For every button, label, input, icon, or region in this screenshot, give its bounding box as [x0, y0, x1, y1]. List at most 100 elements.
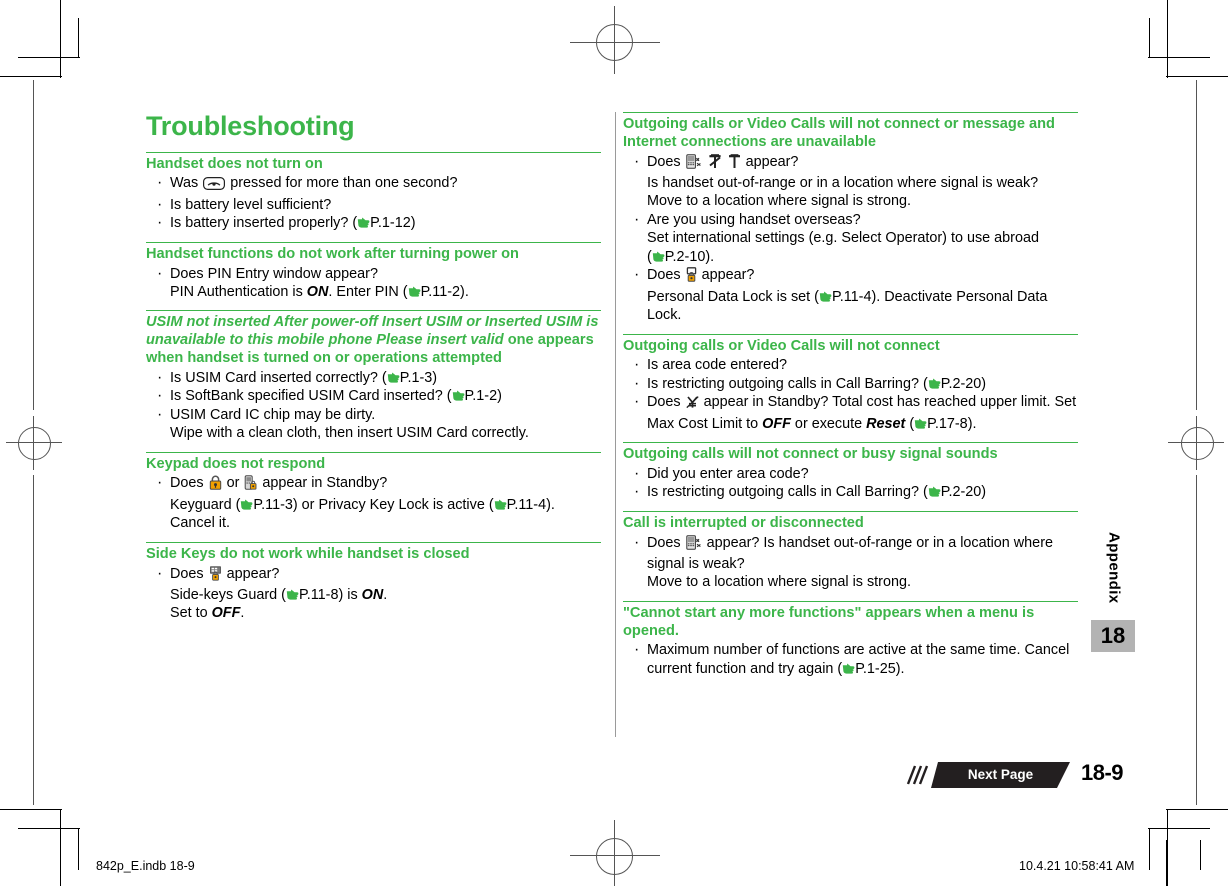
item-subtext: Set to OFF. [170, 605, 245, 622]
qa-items: Is USIM Card inserted correctly? (P.1-3)… [146, 368, 601, 443]
reference-label: P.11-2 [420, 284, 461, 301]
reference-arrow-icon [240, 499, 253, 510]
out-of-range-icon [685, 534, 702, 555]
qa-items: Is area code entered? Is restricting out… [623, 355, 1078, 433]
item-subtext: Is handset out-of-range or in a location… [647, 175, 1039, 192]
print-info-bar: 842p_E.indb 18-9 10.4.21 10:58:41 AM [0, 840, 1228, 886]
item-text-tail: appear? [222, 565, 280, 582]
item-subtext: Set international settings (e.g. Select … [647, 230, 1039, 247]
personal-data-lock-icon [686, 267, 697, 287]
value-reset: Reset [866, 415, 906, 432]
qa-block-outgoing-no-connect: Outgoing calls or Video Calls will not c… [623, 333, 1078, 434]
reference-arrow-icon [819, 291, 832, 302]
qa-block-usim-not-inserted: USIM not inserted After power-off Insert… [146, 310, 601, 442]
reference-label: P.1-2 [464, 388, 498, 405]
print-file-name: 842p_E.indb 18-9 [96, 859, 195, 873]
item-subtext: Move to a location where signal is stron… [647, 574, 911, 591]
trim-rule-right [1196, 80, 1197, 410]
qa-heading: USIM not inserted After power-off Insert… [146, 314, 601, 367]
item-text-tail: ) [981, 484, 987, 501]
item-text-tail: ) [410, 215, 416, 232]
list-item: Is SoftBank specified USIM Card inserted… [146, 386, 601, 407]
list-item: Maximum number of functions are active a… [623, 640, 1078, 678]
item-subtext: (P.2-10). [647, 248, 715, 265]
qa-heading: Outgoing calls will not connect or busy … [623, 446, 998, 463]
page-footer: Next Page 18-9 [905, 760, 1140, 792]
item-text-lead: Is battery inserted properly? ( [170, 215, 358, 232]
item-subtext: Side-keys Guard (P.11-8) is ON. [170, 586, 388, 603]
qa-items: Does appear? Side-keys Guard (P.11-8) is… [146, 564, 601, 623]
qa-block-side-keys: Side Keys do not work while handset is c… [146, 541, 601, 623]
list-item: Does appear? Is handset out-of-range or … [623, 533, 1078, 592]
item-text-tail: pressed for more than one second? [226, 175, 458, 192]
qa-items: Does or appear in Standby? Keyguard (P.1… [146, 473, 601, 532]
max-cost-limit-icon [685, 395, 699, 414]
item-text-tail: appear? [697, 267, 755, 284]
list-item: Is restricting outgoing calls in Call Ba… [623, 374, 1078, 395]
list-item: Does or appear in Standby? Keyguard (P.1… [146, 473, 601, 532]
list-item: Did you enter area code? [623, 464, 1078, 485]
trim-rule-left [33, 80, 34, 410]
list-item: Does appear? Side-keys Guard (P.11-8) is… [146, 564, 601, 623]
reference-label: P.17-8 [927, 415, 968, 432]
chapter-number: 18 [1091, 620, 1135, 652]
item-text-tail: appear in Standby? [258, 475, 388, 492]
list-item: Does appear in Standby? Total cost has r… [623, 392, 1078, 433]
reference-arrow-icon [914, 418, 927, 429]
qa-items: Was pressed for more than one second? Is… [146, 173, 601, 234]
item-text-tail: appear? [741, 153, 799, 170]
item-text: Did you enter area code? [647, 465, 809, 482]
right-column: Outgoing calls or Video Calls will not c… [623, 112, 1078, 687]
qa-items: Maximum number of functions are active a… [623, 640, 1078, 678]
item-text-mid: or [222, 475, 244, 492]
reference-arrow-icon [652, 251, 665, 262]
qa-heading: Keypad does not respond [146, 455, 326, 472]
print-timestamp: 10.4.21 10:58:41 AM [1019, 859, 1135, 873]
list-item: Are you using handset overseas? Set inte… [623, 210, 1078, 266]
reference-arrow-icon [286, 589, 299, 600]
reference-label: P.2-10 [664, 248, 706, 265]
item-text-lead: Is USIM Card inserted correctly? ( [170, 369, 387, 386]
chapter-label: Appendix [1105, 532, 1123, 604]
item-text-lead: Is SoftBank specified USIM Card inserted… [170, 388, 452, 405]
reference-label: P.11-3 [253, 496, 293, 513]
qa-block-outgoing-no-connect-internet: Outgoing calls or Video Calls will not c… [623, 112, 1078, 325]
content-columns: Troubleshooting Handset does not turn on… [146, 111, 1078, 752]
item-text-lead: Does [647, 267, 685, 284]
reference-arrow-icon [842, 663, 855, 674]
qa-items: Does appear? Is handset out-of-range or … [623, 152, 1078, 325]
padlock-icon [209, 475, 222, 495]
phone-lock-icon [244, 475, 257, 495]
list-item: USIM Card IC chip may be dirty. Wipe with… [146, 405, 601, 443]
next-page-label[interactable]: Next Page [931, 762, 1070, 788]
page-title: Troubleshooting [146, 111, 355, 141]
qa-block-handset-functions: Handset functions do not work after turn… [146, 241, 601, 302]
item-subtext: PIN Authentication is ON. Enter PIN (P.1… [170, 284, 469, 301]
no-signal-icon [708, 153, 722, 174]
reference-arrow-icon [494, 499, 507, 510]
qa-heading: Outgoing calls or Video Calls will not c… [623, 116, 1055, 150]
item-text-lead: Is restricting outgoing calls in Call Ba… [647, 375, 928, 392]
next-page-banner[interactable]: Next Page [905, 762, 1070, 788]
qa-block-call-interrupted: Call is interrupted or disconnected Does… [623, 510, 1078, 592]
list-item: Was pressed for more than one second? [146, 173, 601, 195]
item-text: Is battery level sufficient? [170, 196, 332, 213]
chapter-tab: Appendix 18 [1091, 522, 1137, 652]
reference-label: P.1-12 [370, 215, 411, 232]
list-item: Does appear? Is handset out-of-range or … [623, 152, 1078, 211]
reference-arrow-icon [408, 286, 421, 297]
trim-rule-left-lower [33, 475, 34, 805]
item-text-lead: Does [647, 153, 685, 170]
reference-label: P.2-20 [940, 484, 982, 501]
qa-heading: Call is interrupted or disconnected [623, 514, 864, 531]
side-keys-guard-icon [209, 565, 222, 586]
qa-items: Does appear? Is handset out-of-range or … [623, 533, 1078, 592]
item-text-tail: ) [432, 369, 438, 386]
item-text-lead: Is restricting outgoing calls in Call Ba… [647, 484, 928, 501]
item-text-tail: ) [497, 388, 502, 405]
left-column: Troubleshooting Handset does not turn on… [146, 111, 601, 632]
reference-label: P.11-8 [298, 586, 339, 603]
reference-label: P.11-4 [831, 288, 872, 305]
page-number: 18-9 [1081, 760, 1124, 785]
qa-heading: "Cannot start any more functions" appear… [623, 604, 1035, 639]
